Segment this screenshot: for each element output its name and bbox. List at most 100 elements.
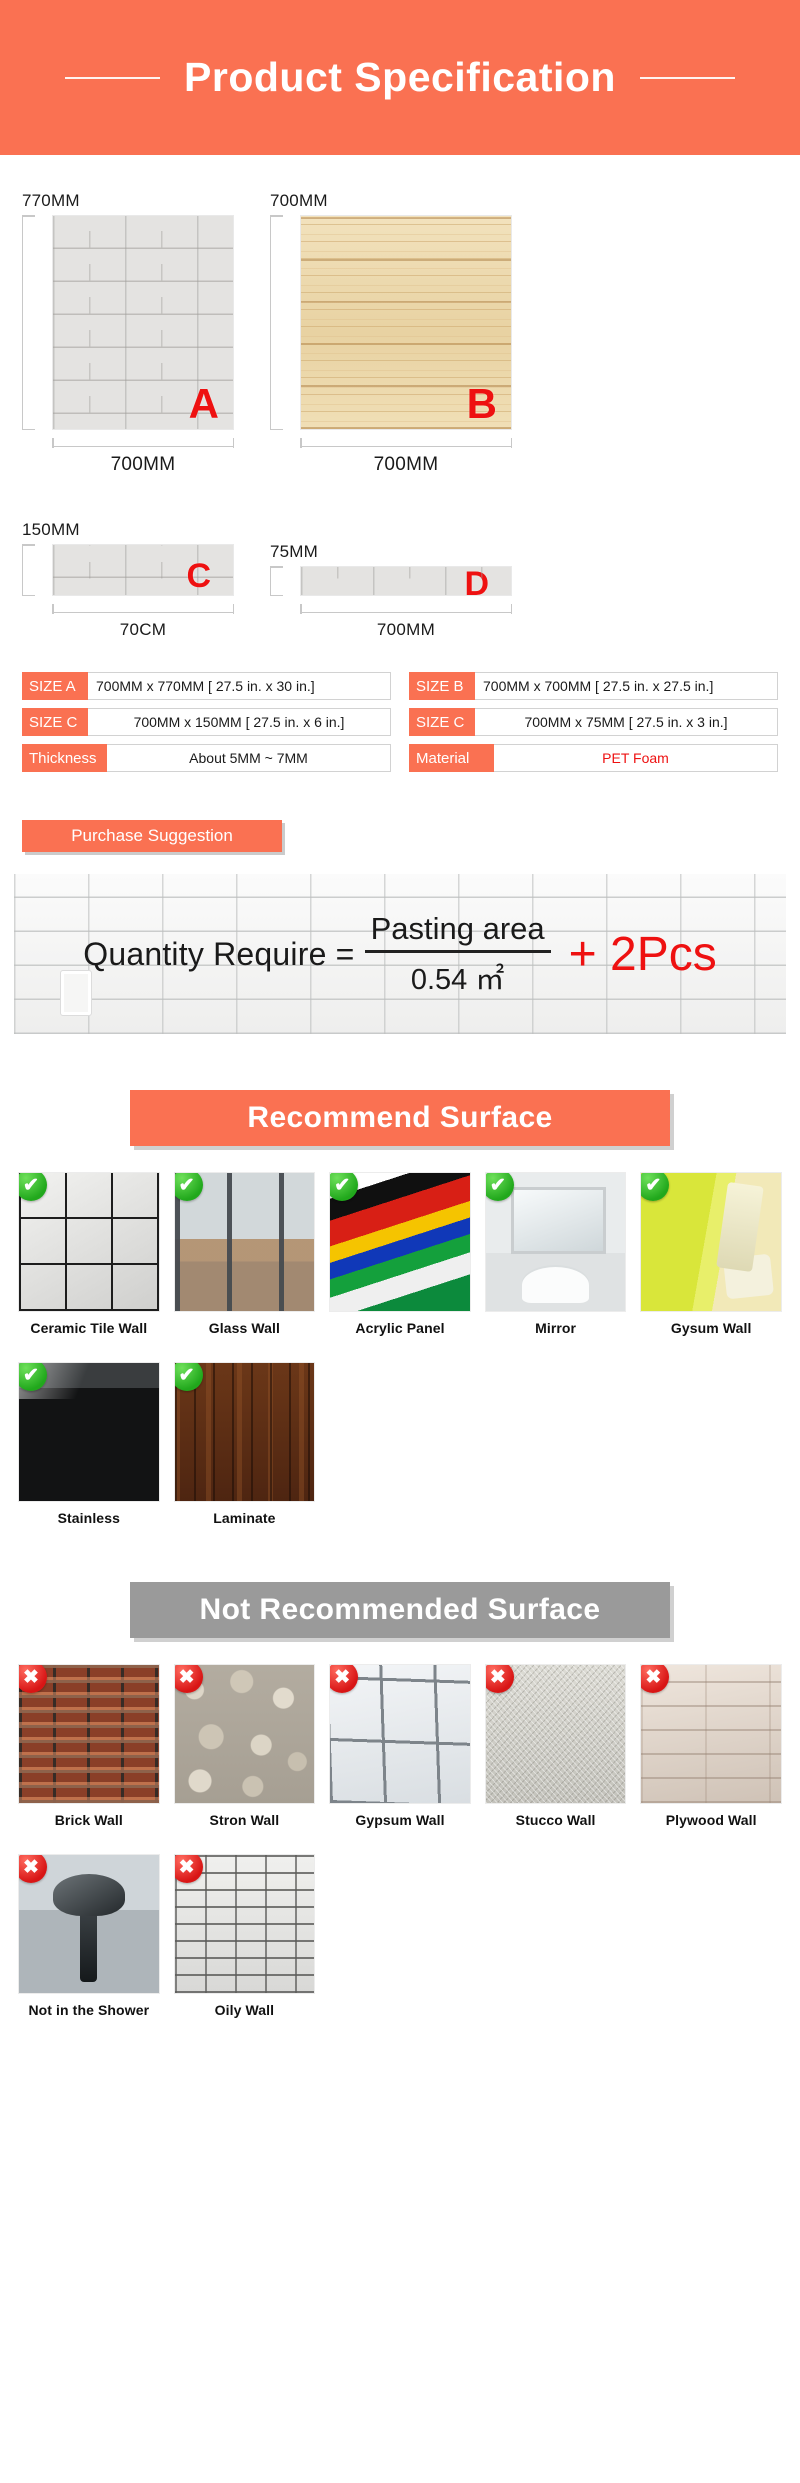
header-rule-left [65, 76, 161, 79]
page-header-banner: Product Specification [0, 0, 800, 155]
cross-icon: ✖ [174, 1855, 203, 1883]
check-icon: ✔ [174, 1363, 203, 1391]
panel-d: 75MM D 700MM [269, 542, 512, 640]
recommend-surface-grid-row-1: ✔ Ceramic Tile Wall ✔ Glass Wall ✔ Acryl… [0, 1146, 800, 1336]
cross-icon: ✖ [18, 1665, 47, 1693]
surface-item: ✖ Gypsum Wall [329, 1664, 471, 1828]
panel-b: 700MM B 700MM [269, 191, 512, 476]
panel-a-height-label: 770MM [22, 191, 80, 210]
panel-b-height-dimension-line [269, 215, 288, 430]
panel-c-width-dimension: 70CM [52, 603, 234, 640]
mirror-thumbnail: ✔ [484, 1172, 627, 1312]
spec-row-size-c-right: SIZE C 700MM x 75MM [ 27.5 in. x 3 in.] [409, 708, 778, 736]
purchase-suggestion-tab: Purchase Suggestion [22, 820, 282, 852]
not-recommended-grid-row-1: ✖ Brick Wall ✖ Stron Wall ✖ Gypsum Wall … [0, 1638, 800, 1828]
panel-a-height-dimension-line [21, 215, 40, 430]
surface-item: ✔ Glass Wall [173, 1172, 316, 1336]
surface-item: ✔ Gysum Wall [640, 1172, 782, 1336]
glass-wall-thumbnail: ✔ [173, 1172, 316, 1312]
spec-table-left-column: SIZE A 700MM x 770MM [ 27.5 in. x 30 in.… [22, 672, 391, 772]
spec-value-size-a: 700MM x 770MM [ 27.5 in. x 30 in.] [88, 672, 391, 700]
spec-key-material: Material [409, 744, 494, 772]
formula-addend: + 2Pcs [568, 927, 717, 981]
spec-row-thickness: Thickness About 5MM ~ 7MM [22, 744, 391, 772]
surface-item: ✔ Mirror [484, 1172, 627, 1336]
check-icon: ✔ [641, 1173, 670, 1201]
spec-key-size-c-left: SIZE C [22, 708, 88, 736]
check-icon: ✔ [485, 1173, 514, 1201]
spec-value-size-c-left: 700MM x 150MM [ 27.5 in. x 6 in.] [88, 708, 391, 736]
panel-c-width-label: 70CM [119, 620, 167, 639]
panel-c-height-label: 150MM [22, 520, 80, 539]
cross-icon: ✖ [18, 1855, 47, 1883]
surface-label: Stron Wall [209, 1812, 280, 1828]
surface-item: ✖ Stron Wall [173, 1664, 316, 1828]
stainless-thumbnail: ✔ [18, 1362, 160, 1502]
surface-label: Gypsum Wall [355, 1812, 445, 1828]
surface-label: Stucco Wall [515, 1812, 596, 1828]
surface-item: ✔ Laminate [173, 1362, 316, 1526]
cross-icon: ✖ [485, 1665, 514, 1693]
check-icon: ✔ [18, 1363, 47, 1391]
panel-b-swatch: B [300, 215, 512, 430]
not-recommended-grid-row-2: ✖ Not in the Shower ✖ Oily Wall [0, 1828, 800, 2018]
surface-label: Glass Wall [208, 1320, 281, 1336]
panel-d-width-dimension: 700MM [300, 603, 512, 640]
panel-b-width-dimension: 700MM [300, 437, 512, 476]
check-icon: ✔ [330, 1173, 359, 1201]
surface-item: ✔ Ceramic Tile Wall [18, 1172, 160, 1336]
panel-a-swatch: A [52, 215, 234, 430]
spec-key-thickness: Thickness [22, 744, 107, 772]
page-title: Product Specification [184, 54, 616, 100]
dimension-panels: 770MM A 700MM 700MM B 700MM 150MM C 70CM… [0, 155, 800, 640]
stucco-wall-thumbnail: ✖ [484, 1664, 627, 1804]
cross-icon: ✖ [174, 1665, 203, 1693]
brick-wall-thumbnail: ✖ [18, 1664, 160, 1804]
panel-a: 770MM A 700MM [21, 191, 234, 476]
laminate-thumbnail: ✔ [173, 1362, 316, 1502]
spec-table-right-column: SIZE B 700MM x 700MM [ 27.5 in. x 27.5 i… [409, 672, 778, 772]
acrylic-panel-thumbnail: ✔ [329, 1172, 471, 1312]
spec-key-size-b: SIZE B [409, 672, 475, 700]
surface-label: Not in the Shower [28, 2002, 150, 2018]
panel-a-letter: A [188, 380, 219, 427]
panel-c-swatch: C [52, 544, 234, 596]
recommend-surface-grid-row-2: ✔ Stainless ✔ Laminate [0, 1336, 800, 1526]
specification-table: SIZE A 700MM x 770MM [ 27.5 in. x 30 in.… [0, 640, 800, 772]
panel-c-letter: C [186, 557, 211, 595]
formula-left-side: Quantity Require = [83, 935, 355, 972]
recommend-surface-heading: Recommend Surface [130, 1090, 670, 1146]
cross-icon: ✖ [641, 1665, 670, 1693]
panel-d-letter: D [464, 566, 489, 596]
gypsum-wall-thumbnail: ✖ [329, 1664, 471, 1804]
surface-label: Plywood Wall [665, 1812, 757, 1828]
stron-wall-thumbnail: ✖ [173, 1664, 316, 1804]
formula-numerator: Pasting area [370, 910, 545, 946]
formula-denominator: 0.54 ㎡ [410, 963, 505, 996]
panel-d-swatch: D [300, 566, 512, 596]
dimension-row-top: 770MM A 700MM 700MM B 700MM [21, 191, 778, 476]
surface-item: ✖ Brick Wall [18, 1664, 160, 1828]
oily-wall-thumbnail: ✖ [173, 1854, 316, 1994]
spec-row-material: Material PET Foam [409, 744, 778, 772]
surface-item: ✔ Stainless [18, 1362, 160, 1526]
panel-a-width-label: 700MM [110, 454, 176, 475]
surface-label: Acrylic Panel [355, 1320, 445, 1336]
panel-a-width-dimension: 700MM [52, 437, 234, 476]
header-rule-right [639, 76, 735, 79]
plywood-wall-thumbnail: ✖ [640, 1664, 782, 1804]
surface-label: Ceramic Tile Wall [30, 1320, 148, 1336]
spec-value-size-b: 700MM x 700MM [ 27.5 in. x 27.5 in.] [475, 672, 778, 700]
surface-item: ✔ Acrylic Panel [329, 1172, 471, 1336]
quantity-formula-banner: Quantity Require = Pasting area 0.54 ㎡ +… [14, 874, 786, 1034]
ceramic-tile-wall-thumbnail: ✔ [18, 1172, 160, 1312]
spec-row-size-b: SIZE B 700MM x 700MM [ 27.5 in. x 27.5 i… [409, 672, 778, 700]
surface-label: Brick Wall [54, 1812, 123, 1828]
spec-value-thickness: About 5MM ~ 7MM [107, 744, 391, 772]
panel-d-height-label: 75MM [270, 542, 319, 561]
panel-b-letter: B [466, 380, 497, 427]
spec-key-size-a: SIZE A [22, 672, 88, 700]
spec-value-size-c-right: 700MM x 75MM [ 27.5 in. x 3 in.] [475, 708, 778, 736]
surface-label: Stainless [57, 1510, 120, 1526]
surface-item: ✖ Not in the Shower [18, 1854, 160, 2018]
